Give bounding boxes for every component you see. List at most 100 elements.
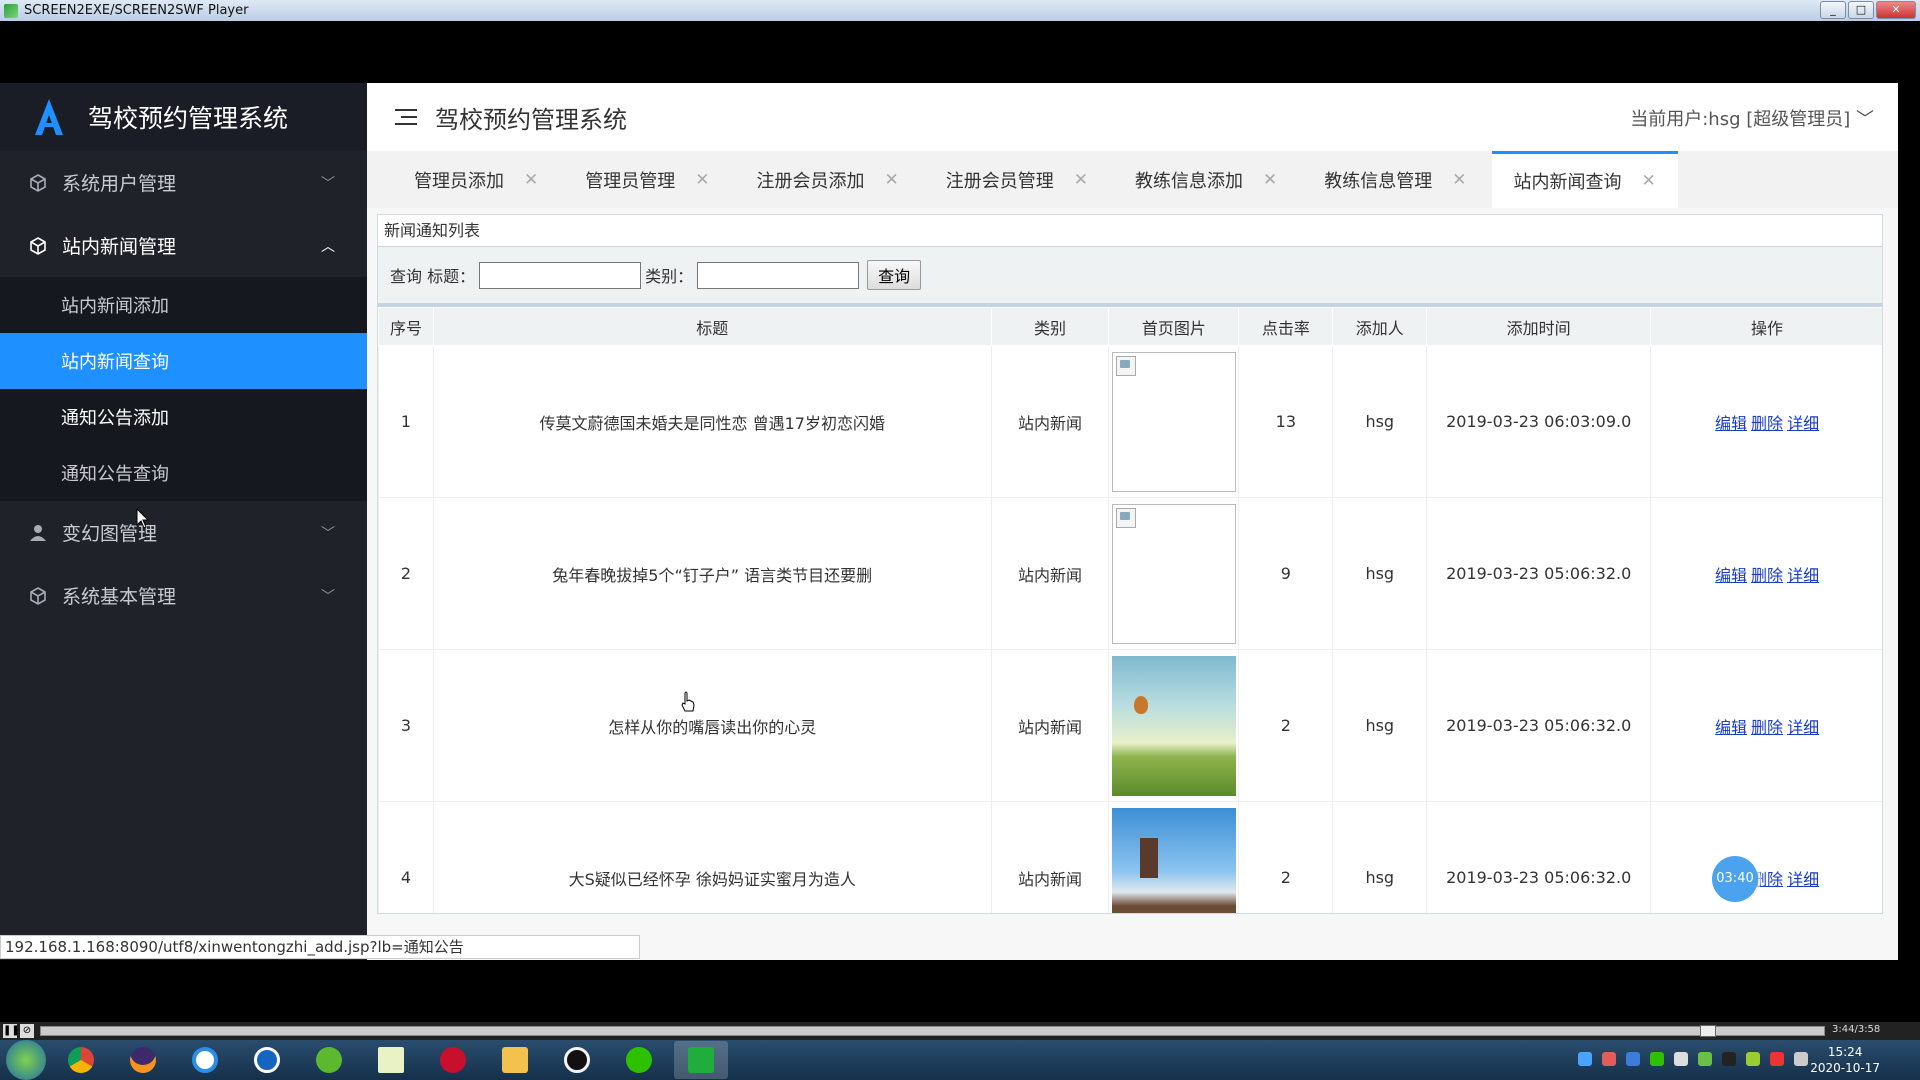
- cell-time: 2019-03-23 05:06:32.0: [1426, 649, 1652, 802]
- cell-no: 4: [378, 801, 434, 913]
- query-button[interactable]: 查询: [867, 260, 922, 290]
- delete-link[interactable]: 删除: [1751, 566, 1783, 585]
- close-icon[interactable]: ✕: [1642, 171, 1656, 191]
- delete-link[interactable]: 删除: [1751, 414, 1783, 433]
- chrome-icon[interactable]: [54, 1041, 108, 1079]
- cell-category: 站内新闻: [990, 497, 1110, 650]
- mouse-cursor-icon: [136, 508, 150, 529]
- menu-system-basic[interactable]: 系统基本管理 ﹀: [0, 564, 367, 627]
- menu-news[interactable]: 站内新闻管理 ︿: [0, 214, 367, 277]
- tab-admin-manage[interactable]: 管理员管理 ✕: [563, 151, 731, 208]
- column-header: 序号: [378, 307, 434, 346]
- close-icon[interactable]: ✕: [885, 170, 899, 190]
- cell-user: hsg: [1332, 801, 1428, 913]
- tray-icon[interactable]: [1794, 1052, 1808, 1066]
- delete-link[interactable]: 删除: [1751, 718, 1783, 737]
- menu-carousel[interactable]: 变幻图管理 ﹀: [0, 501, 367, 564]
- tab-coach-add[interactable]: 教练信息添加 ✕: [1113, 151, 1299, 208]
- submenu-news-query[interactable]: 站内新闻查询: [0, 333, 367, 389]
- cube-icon: [28, 586, 48, 606]
- cell-actions: 编辑删除详细: [1650, 649, 1882, 802]
- detail-link[interactable]: 详细: [1787, 870, 1819, 889]
- edit-link[interactable]: 编辑: [1715, 414, 1747, 433]
- column-header: 标题: [432, 307, 992, 346]
- edit-link[interactable]: 编辑: [1715, 566, 1747, 585]
- cell-clicks: 9: [1238, 497, 1334, 650]
- web-app: 驾校预约管理系统 系统用户管理 ﹀ 站内新闻管理 ︿ 站内新闻添加 站内新闻查询…: [0, 83, 1898, 960]
- network-icon[interactable]: [1746, 1052, 1760, 1066]
- cell-title: 兔年春晚拔掉5个“钉子户” 语言类节目还要删: [432, 497, 992, 650]
- wechat-icon[interactable]: [612, 1041, 666, 1079]
- shield-icon[interactable]: [1626, 1052, 1640, 1066]
- notepad-icon[interactable]: [364, 1041, 418, 1079]
- browser-icon[interactable]: [240, 1041, 294, 1079]
- close-icon[interactable]: ✕: [524, 170, 538, 190]
- category-search-input[interactable]: [697, 261, 860, 289]
- seek-handle[interactable]: [1700, 1025, 1716, 1037]
- tab-member-manage[interactable]: 注册会员管理 ✕: [924, 151, 1110, 208]
- wechat-tray-icon[interactable]: [1650, 1052, 1664, 1066]
- title-search-input[interactable]: [479, 261, 642, 289]
- baidu-netdisk-icon[interactable]: [178, 1041, 232, 1079]
- screen-player-icon[interactable]: [674, 1041, 728, 1079]
- cell-category: 站内新闻: [990, 649, 1110, 802]
- maximize-button[interactable]: □: [1848, 1, 1874, 19]
- submenu-notice-add[interactable]: 通知公告添加: [0, 389, 367, 445]
- tab-bar: 管理员添加 ✕ 管理员管理 ✕ 注册会员添加 ✕ 注册会员管理 ✕ 教练信息添加 ✕ 教练…: [367, 151, 1898, 208]
- menu-label: 站内新闻管理: [62, 236, 177, 258]
- tray-icon[interactable]: [1698, 1052, 1712, 1066]
- timer-badge: 03:40: [1712, 856, 1758, 902]
- clock[interactable]: 15:24 2020-10-17: [1810, 1044, 1880, 1076]
- tray-icon[interactable]: [1578, 1052, 1592, 1066]
- tab-coach-manage[interactable]: 教练信息管理 ✕: [1302, 151, 1488, 208]
- minimize-button[interactable]: _: [1820, 1, 1846, 19]
- close-window-button[interactable]: ✕: [1876, 1, 1916, 19]
- column-header: 操作: [1650, 307, 1882, 346]
- cube-icon: [28, 173, 48, 193]
- tab-admin-add[interactable]: 管理员添加 ✕: [392, 151, 560, 208]
- search-bar: 查询 标题： 类别： 查询: [378, 247, 1882, 307]
- chevron-down-icon: ﹀: [321, 526, 335, 542]
- qq-tray-icon[interactable]: [1722, 1052, 1736, 1066]
- table-row: 2 兔年春晚拔掉5个“钉子户” 语言类节目还要删 站内新闻 9 hsg 2019…: [378, 497, 1882, 650]
- menu-system-users[interactable]: 系统用户管理 ﹀: [0, 151, 367, 214]
- start-button[interactable]: [6, 1040, 46, 1080]
- app-leaf-icon[interactable]: [302, 1041, 356, 1079]
- submenu-notice-query[interactable]: 通知公告查询: [0, 445, 367, 501]
- cell-no: 2: [378, 497, 434, 650]
- seek-bar[interactable]: [40, 1026, 1825, 1036]
- qq-icon[interactable]: [550, 1041, 604, 1079]
- detail-link[interactable]: 详细: [1787, 566, 1819, 585]
- tray-icon[interactable]: [1602, 1052, 1616, 1066]
- table-header-row: 序号 标题 类别 首页图片 点击率 添加人 添加时间 操作: [378, 307, 1882, 346]
- stop-button[interactable]: ⊘: [20, 1024, 34, 1038]
- tab-news-query[interactable]: 站内新闻查询 ✕: [1491, 151, 1678, 208]
- tab-member-add[interactable]: 注册会员添加 ✕: [735, 151, 921, 208]
- volume-icon[interactable]: [1770, 1052, 1784, 1066]
- menu-toggle-icon[interactable]: [395, 107, 419, 127]
- explorer-icon[interactable]: [488, 1041, 542, 1079]
- detail-link[interactable]: 详细: [1787, 414, 1819, 433]
- pause-button[interactable]: ❚❚: [3, 1024, 20, 1038]
- eclipse-icon[interactable]: [116, 1041, 170, 1079]
- cell-user: hsg: [1332, 649, 1428, 802]
- cell-actions: 编辑删除详细: [1650, 497, 1882, 650]
- edit-link[interactable]: 编辑: [1715, 718, 1747, 737]
- detail-link[interactable]: 详细: [1787, 718, 1819, 737]
- current-user-menu[interactable]: 当前用户:hsg [超级管理员] ﹀: [1630, 105, 1874, 131]
- flash-icon[interactable]: [426, 1041, 480, 1079]
- search-prefix: 查询: [390, 267, 423, 286]
- close-icon[interactable]: ✕: [695, 170, 709, 190]
- brand-title: 驾校预约管理系统: [88, 104, 289, 133]
- cell-title: 怎样从你的嘴唇读出你的心灵: [432, 649, 992, 802]
- close-icon[interactable]: ✕: [1452, 170, 1466, 190]
- close-icon[interactable]: ✕: [1263, 170, 1277, 190]
- cell-no: 3: [378, 649, 434, 802]
- tray-icon[interactable]: [1674, 1052, 1688, 1066]
- close-icon[interactable]: ✕: [1074, 170, 1088, 190]
- submenu-news-add[interactable]: 站内新闻添加: [0, 277, 367, 333]
- system-tray: [1578, 1052, 1818, 1066]
- window-titlebar: SCREEN2EXE/SCREEN2SWF Player _ □ ✕: [0, 0, 1920, 21]
- column-header: 添加人: [1332, 307, 1428, 346]
- clock-date: 2020-10-17: [1810, 1061, 1880, 1075]
